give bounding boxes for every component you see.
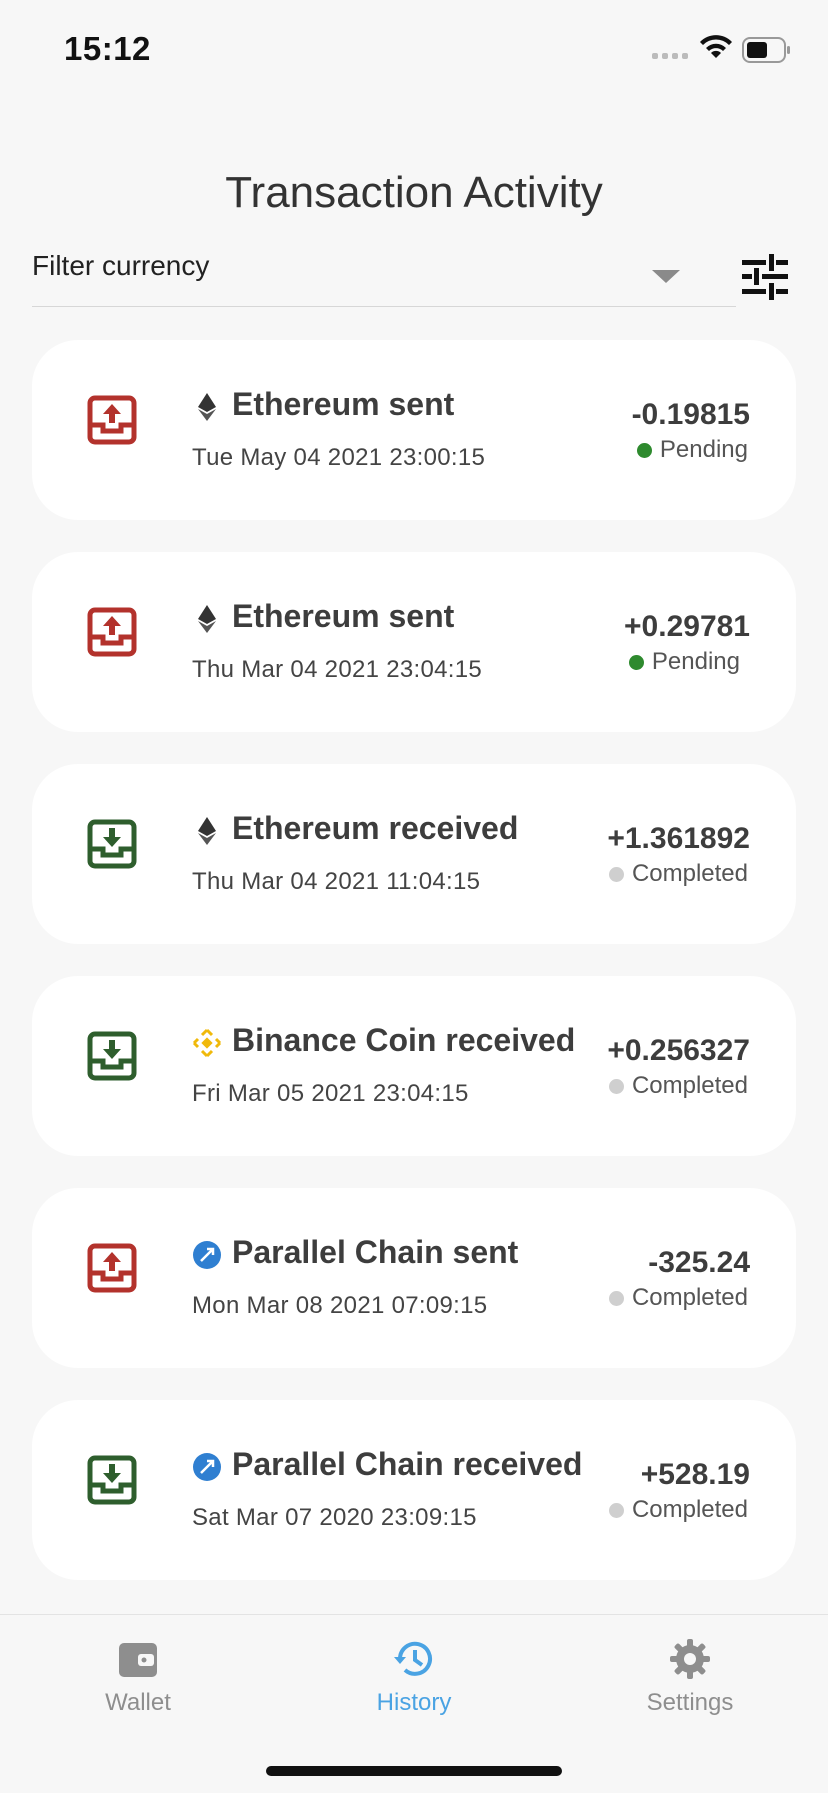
status-label: Completed xyxy=(631,1496,748,1523)
dropdown-caret-icon xyxy=(652,270,680,283)
transaction-title: Binance Coin received xyxy=(232,1022,576,1058)
received-inbox-icon xyxy=(87,1455,137,1505)
tab-wallet-label: Wallet xyxy=(105,1689,171,1716)
transaction-card[interactable]: Binance Coin received Fri Mar 05 2021 23… xyxy=(32,976,796,1156)
gear-icon xyxy=(670,1639,710,1679)
transaction-list: Ethereum sent Tue May 04 2021 23:00:15 -… xyxy=(32,340,796,1612)
transaction-status: Completed xyxy=(608,1284,748,1312)
status-label: Completed xyxy=(631,860,748,887)
status-dot-icon xyxy=(636,442,652,458)
transaction-date: Sat Mar 07 2020 23:09:15 xyxy=(192,1504,477,1531)
cellular-signal-icon xyxy=(652,53,688,59)
transaction-status: Pending xyxy=(636,436,748,464)
tab-history-label: History xyxy=(376,1689,452,1716)
tab-wallet[interactable]: Wallet xyxy=(48,1637,228,1717)
transaction-amount: -325.24 xyxy=(648,1246,750,1279)
transaction-card[interactable]: Ethereum received Thu Mar 04 2021 11:04:… xyxy=(32,764,796,944)
wallet-icon xyxy=(119,1643,157,1677)
status-dot-icon xyxy=(608,1290,624,1306)
transaction-amount: -0.19815 xyxy=(631,398,750,431)
ethereum-icon xyxy=(198,605,216,633)
transaction-card[interactable]: Ethereum sent Thu Mar 04 2021 23:04:15 +… xyxy=(32,552,796,732)
transaction-status: Pending xyxy=(628,648,740,676)
filter-currency-label: Filter currency xyxy=(32,250,210,281)
home-indicator xyxy=(266,1766,562,1776)
wifi-icon xyxy=(700,35,732,58)
transaction-status: Completed xyxy=(608,860,748,888)
status-bar: 15:12 xyxy=(0,0,828,100)
transaction-date: Thu Mar 04 2021 23:04:15 xyxy=(192,656,483,683)
page-title: Transaction Activity xyxy=(225,168,603,217)
transaction-amount: +0.256327 xyxy=(607,1034,750,1067)
transaction-title: Parallel Chain sent xyxy=(232,1234,519,1270)
received-inbox-icon xyxy=(87,819,137,869)
transaction-title: Ethereum sent xyxy=(232,386,455,422)
filter-currency-select[interactable]: Filter currency xyxy=(32,246,736,307)
transaction-status: Completed xyxy=(608,1072,748,1100)
status-dot-icon xyxy=(608,1502,624,1518)
transaction-date: Tue May 04 2021 23:00:15 xyxy=(192,444,486,471)
transaction-date: Fri Mar 05 2021 23:04:15 xyxy=(192,1080,469,1107)
status-time: 15:12 xyxy=(64,30,151,67)
ethereum-icon xyxy=(198,393,216,421)
history-icon xyxy=(394,1641,432,1676)
tab-history[interactable]: History xyxy=(324,1637,504,1717)
status-label: Pending xyxy=(659,436,748,463)
parallel-chain-icon xyxy=(193,1453,221,1481)
parallel-chain-icon xyxy=(193,1241,221,1269)
sent-outbox-icon xyxy=(87,1243,137,1293)
tab-settings[interactable]: Settings xyxy=(600,1637,780,1717)
status-dot-icon xyxy=(628,654,644,670)
status-label: Completed xyxy=(631,1072,748,1099)
transaction-title: Ethereum sent xyxy=(232,598,455,634)
transaction-card[interactable]: Parallel Chain received Sat Mar 07 2020 … xyxy=(32,1400,796,1580)
transaction-status: Completed xyxy=(608,1496,748,1524)
transaction-card[interactable]: Ethereum sent Tue May 04 2021 23:00:15 -… xyxy=(32,340,796,520)
ethereum-icon xyxy=(198,817,216,845)
status-label: Completed xyxy=(631,1284,748,1311)
filter-settings-icon[interactable] xyxy=(740,252,790,302)
transaction-amount: +528.19 xyxy=(640,1458,750,1491)
transaction-title: Parallel Chain received xyxy=(232,1446,583,1482)
transaction-date: Thu Mar 04 2021 11:04:15 xyxy=(192,868,481,895)
received-inbox-icon xyxy=(87,1031,137,1081)
tab-settings-label: Settings xyxy=(646,1689,734,1716)
transaction-card[interactable]: Parallel Chain sent Mon Mar 08 2021 07:0… xyxy=(32,1188,796,1368)
transaction-amount: +0.29781 xyxy=(624,610,750,643)
sent-outbox-icon xyxy=(87,395,137,445)
transaction-amount: +1.361892 xyxy=(607,822,750,855)
battery-icon xyxy=(742,37,790,63)
binance-coin-icon xyxy=(192,1028,222,1058)
transaction-date: Mon Mar 08 2021 07:09:15 xyxy=(192,1292,488,1319)
sent-outbox-icon xyxy=(87,607,137,657)
status-dot-icon xyxy=(608,866,624,882)
transaction-title: Ethereum received xyxy=(232,810,519,846)
status-dot-icon xyxy=(608,1078,624,1094)
status-label: Pending xyxy=(651,648,740,675)
